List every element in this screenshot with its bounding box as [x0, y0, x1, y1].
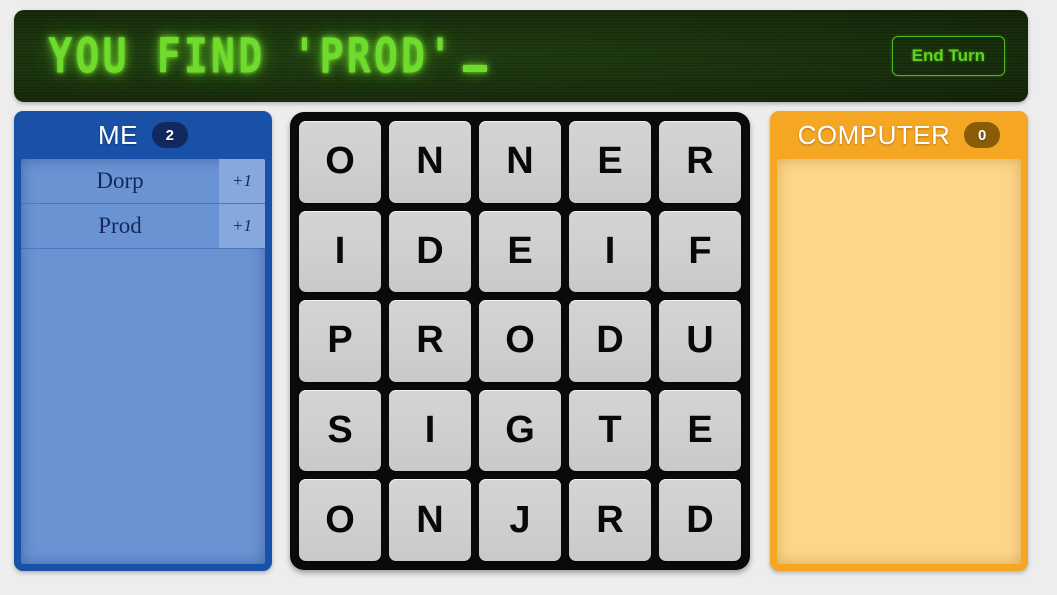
player-panel-me: ME 2 Dorp +1 Prod +1 — [14, 111, 272, 571]
word-list-item[interactable]: Dorp +1 — [21, 159, 265, 204]
letter-tile[interactable]: T — [569, 389, 651, 472]
letter-tile[interactable]: S — [299, 389, 381, 472]
status-banner: YOU FIND 'PROD' End Turn — [14, 10, 1028, 102]
player-score-badge-computer: 0 — [964, 122, 1001, 148]
letter-tile[interactable]: R — [389, 300, 471, 382]
letter-tile[interactable]: J — [479, 479, 561, 561]
end-turn-button[interactable]: End Turn — [891, 36, 1005, 76]
letter-tile[interactable]: O — [299, 121, 381, 203]
word-text: Dorp — [96, 168, 144, 193]
word-text: Prod — [98, 213, 142, 238]
letter-tile[interactable]: E — [569, 121, 651, 203]
letter-tile[interactable]: O — [479, 300, 561, 382]
player-score-badge-me: 2 — [152, 122, 188, 148]
letter-tile[interactable]: O — [299, 479, 381, 561]
word-list-computer — [777, 159, 1021, 564]
letter-tile[interactable]: I — [569, 210, 651, 293]
letter-tile[interactable]: N — [389, 479, 471, 561]
letter-tile[interactable]: R — [569, 479, 651, 561]
letter-tile[interactable]: D — [389, 210, 471, 293]
letter-tile[interactable]: I — [299, 210, 381, 293]
blinking-cursor-icon — [463, 65, 488, 72]
letter-tile[interactable]: U — [659, 300, 741, 382]
player-header-me: ME 2 — [14, 111, 272, 159]
letter-grid: O N N E R I D E I F P R O D U S I G T E … — [290, 112, 750, 570]
letter-tile[interactable]: E — [659, 389, 741, 472]
letter-tile[interactable]: R — [659, 121, 741, 203]
player-header-computer: COMPUTER 0 — [770, 111, 1028, 159]
player-name-me: ME — [98, 119, 138, 150]
banner-message: YOU FIND 'PROD' — [44, 28, 488, 84]
letter-tile[interactable]: F — [659, 210, 741, 293]
word-points: +1 — [219, 204, 265, 248]
letter-tile[interactable]: D — [659, 479, 741, 561]
letter-tile[interactable]: D — [569, 300, 651, 382]
player-panel-computer: COMPUTER 0 — [770, 111, 1028, 571]
banner-message-text: YOU FIND 'PROD' — [48, 27, 456, 85]
letter-tile[interactable]: N — [479, 121, 561, 203]
game-screen: YOU FIND 'PROD' End Turn ME 2 Dorp +1 Pr… — [0, 0, 1057, 595]
letter-tile[interactable]: I — [389, 389, 471, 472]
letter-tile[interactable]: N — [389, 121, 471, 203]
player-name-computer: COMPUTER — [797, 119, 951, 150]
letter-tile[interactable]: P — [299, 300, 381, 382]
letter-tile[interactable]: G — [479, 389, 561, 472]
word-points: +1 — [219, 159, 265, 203]
word-list-me: Dorp +1 Prod +1 — [21, 159, 265, 564]
letter-tile[interactable]: E — [479, 210, 561, 293]
word-list-item[interactable]: Prod +1 — [21, 204, 265, 249]
